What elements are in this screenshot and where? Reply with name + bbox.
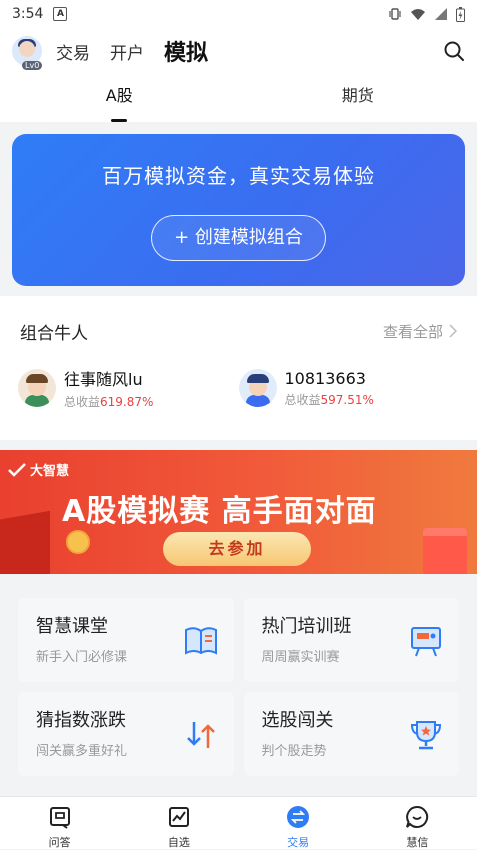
tab-label: 慧信 (358, 834, 477, 850)
trader-name: 10813663 (285, 369, 374, 388)
return-label: 总收益 (285, 393, 321, 407)
user-avatar[interactable]: Lv0 (12, 36, 42, 66)
trader-list: 往事随风lu 总收益619.87% 10813663 总收益597.51% (0, 366, 477, 410)
return-value: 597.51% (321, 393, 374, 407)
top-traders-section: 组合牛人 查看全部 往事随风lu 总收益619.87% 10813663 总收益… (0, 296, 477, 440)
brand-name: 大智慧 (30, 460, 69, 479)
up-down-arrows-icon (182, 716, 220, 754)
book-icon (182, 622, 220, 660)
card-training[interactable]: 热门培训班 周周赢实训赛 (244, 598, 460, 682)
battery-icon (456, 7, 465, 22)
tab-label: 问答 (0, 834, 119, 850)
trader-avatar (18, 369, 56, 407)
status-time: 3:54 (12, 6, 43, 22)
hero-section: 百万模拟资金，真实交易体验 + 创建模拟组合 (0, 122, 477, 296)
contest-banner[interactable]: 大智慧 A股模拟赛 高手面对面 去参加 (0, 450, 477, 574)
status-bar: 3:54 A (0, 0, 477, 28)
trader-item[interactable]: 10813663 总收益597.51% (239, 366, 460, 410)
tab-messages[interactable]: 慧信 (358, 797, 477, 849)
card-stock-challenge[interactable]: 选股闯关 判个股走势 (244, 692, 460, 776)
wifi-icon (410, 7, 426, 21)
brand-logo-icon (8, 463, 26, 477)
presentation-board-icon (407, 622, 445, 660)
gift-box-icon (423, 528, 467, 574)
trade-icon (286, 805, 310, 829)
view-all-link[interactable]: 查看全部 (383, 321, 457, 342)
banner-decoration (0, 511, 50, 574)
section-title: 组合牛人 (20, 319, 88, 344)
status-icons (388, 7, 465, 22)
hero-slogan: 百万模拟资金，真实交易体验 (12, 134, 465, 189)
tab-futures[interactable]: 期货 (239, 74, 477, 122)
tab-trade-active[interactable]: 交易 (239, 797, 358, 849)
trader-avatar (239, 369, 277, 407)
chevron-right-icon (449, 324, 457, 338)
feature-grid: 智慧课堂 新手入门必修课 热门培训班 周周赢实训赛 猜指数涨跌 闯关赢多重好礼 … (0, 574, 477, 776)
market-tabs: A股 期货 (0, 74, 477, 122)
trader-name: 往事随风lu (64, 366, 153, 390)
qa-icon (48, 805, 72, 829)
signal-icon (434, 7, 448, 21)
top-bar: Lv0 交易 开户 模拟 (0, 28, 477, 74)
trader-item[interactable]: 往事随风lu 总收益619.87% (18, 366, 239, 410)
brand-logo: 大智慧 (8, 460, 69, 479)
tab-label: 自选 (119, 834, 238, 850)
banner-headline: A股模拟赛 高手面对面 (62, 486, 377, 530)
hero-banner: 百万模拟资金，真实交易体验 + 创建模拟组合 (12, 134, 465, 286)
tab-label: 交易 (239, 834, 358, 850)
chat-icon (405, 805, 429, 829)
search-button[interactable] (443, 40, 465, 62)
top-traders-header: 组合牛人 查看全部 (0, 296, 477, 366)
notification-icon: A (53, 7, 67, 21)
card-smart-class[interactable]: 智慧课堂 新手入门必修课 (18, 598, 234, 682)
card-guess-index[interactable]: 猜指数涨跌 闯关赢多重好礼 (18, 692, 234, 776)
tab-trade[interactable]: 交易 (56, 39, 90, 64)
return-label: 总收益 (64, 395, 100, 409)
vibrate-icon (388, 7, 402, 21)
return-value: 619.87% (100, 395, 153, 409)
bottom-tab-bar: 问答 自选 交易 慧信 (0, 796, 477, 849)
tab-open-account[interactable]: 开户 (110, 39, 144, 64)
coin-icon (66, 530, 90, 554)
tab-qa[interactable]: 问答 (0, 797, 119, 849)
avatar-face (19, 41, 35, 57)
join-button[interactable]: 去参加 (163, 532, 311, 566)
view-all-label: 查看全部 (383, 321, 443, 342)
search-icon (443, 40, 465, 62)
tab-watchlist[interactable]: 自选 (119, 797, 238, 849)
trophy-icon (407, 716, 445, 754)
chart-icon (167, 805, 191, 829)
tab-simulation[interactable]: 模拟 (164, 35, 208, 67)
level-badge: Lv0 (22, 61, 42, 70)
create-portfolio-button[interactable]: + 创建模拟组合 (151, 215, 326, 261)
tab-a-shares[interactable]: A股 (0, 74, 239, 122)
